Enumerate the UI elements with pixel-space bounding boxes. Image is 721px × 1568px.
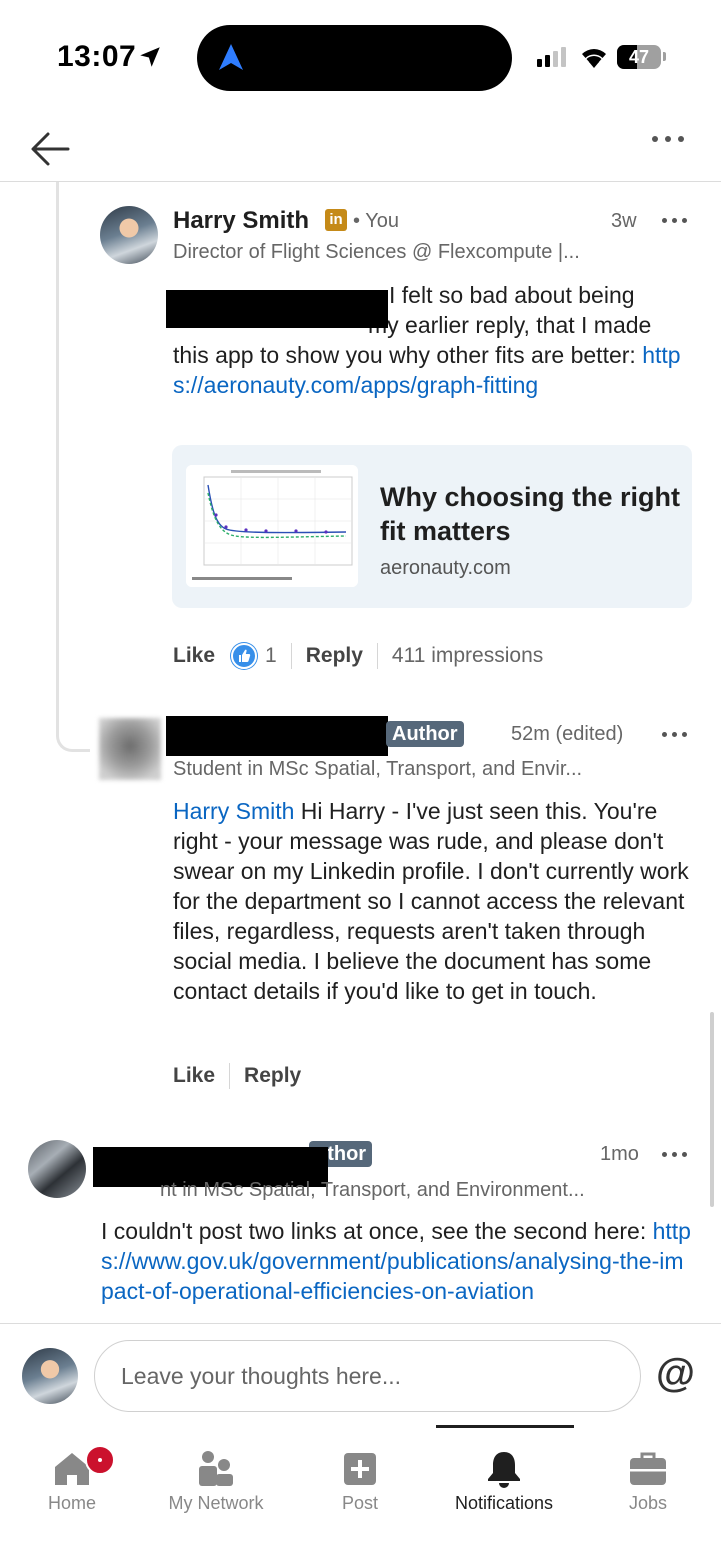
nav-jobs-label: Jobs (628, 1493, 668, 1513)
briefcase-icon (630, 1452, 666, 1485)
comment-input[interactable] (94, 1340, 641, 1412)
comment-body: I couldn't post two links at once, see t… (101, 1218, 691, 1304)
bell-icon (488, 1452, 520, 1488)
avatar[interactable] (28, 1140, 86, 1198)
bottom-navigation: Home My Network Post Notifications Jobs (0, 1425, 721, 1568)
mention-at-icon[interactable]: @ (656, 1351, 695, 1396)
nav-my-network-label: My Network (168, 1493, 264, 1513)
comment-more-icon[interactable] (662, 1152, 687, 1157)
nav-home-label: Home (47, 1493, 96, 1513)
network-icon (199, 1451, 233, 1486)
active-tab-indicator (436, 1425, 574, 1428)
comment-time: 1mo (600, 1143, 639, 1165)
notification-badge (85, 1445, 115, 1475)
nav-post-label: Post (341, 1493, 379, 1513)
scrollbar[interactable] (710, 1012, 714, 1207)
nav-jobs[interactable]: Jobs (576, 1435, 720, 1525)
nav-notifications-label: Notifications (454, 1493, 554, 1513)
plus-square-icon (344, 1453, 376, 1485)
comment-composer: @ (0, 1323, 721, 1425)
nav-my-network[interactable]: My Network (144, 1435, 288, 1525)
nav-post[interactable]: Post (288, 1435, 432, 1525)
avatar (22, 1348, 78, 1404)
comment-author-links: uthor 1mo nt in MSc Spatial, Transport, … (0, 0, 721, 1323)
nav-notifications[interactable]: Notifications (432, 1435, 576, 1525)
nav-home[interactable]: Home (0, 1435, 144, 1525)
author-headline: nt in MSc Spatial, Transport, and Enviro… (160, 1179, 585, 1201)
